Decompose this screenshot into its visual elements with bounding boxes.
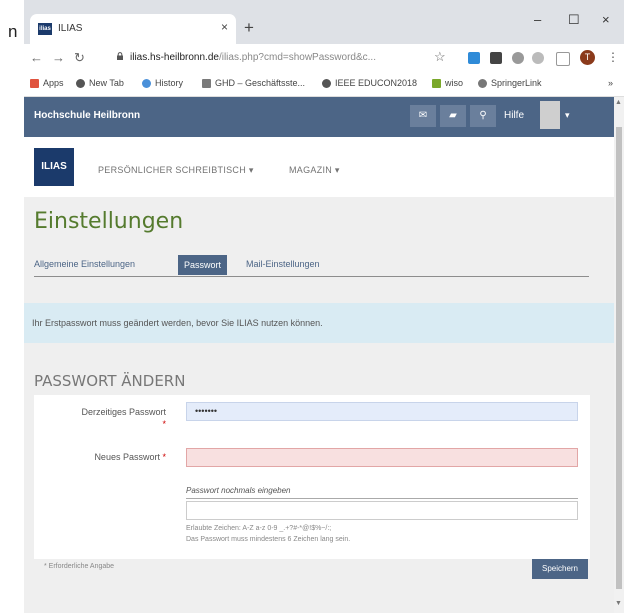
extension-icon[interactable] (512, 52, 524, 64)
minimize-icon[interactable]: – (534, 12, 541, 27)
tab-password[interactable]: Passwort (178, 255, 228, 275)
required-marker: * (162, 419, 166, 429)
page-scrollbar[interactable]: ▲ ▼ (614, 97, 624, 613)
key-extension-icon[interactable] (556, 52, 570, 66)
search-icon[interactable]: ⚲ (470, 105, 496, 127)
help-link[interactable]: Hilfe (504, 110, 524, 121)
current-password-label: Derzeitiges Passwort (81, 407, 166, 417)
content-area: Einstellungen Allgemeine Einstellungen P… (24, 197, 614, 613)
browser-menu-icon[interactable]: ⋮ (607, 50, 619, 64)
history-icon (142, 79, 151, 89)
new-tab-icon[interactable]: + (244, 18, 254, 38)
bookmark-star-icon[interactable]: ☆ (434, 49, 446, 65)
scrollbar-thumb[interactable] (616, 127, 622, 589)
main-navigation: ILIAS PERSÖNLICHER SCHREIBTISCH ▾ MAGAZI… (24, 137, 614, 197)
left-edge-area: n (0, 0, 24, 613)
springer-icon (478, 79, 487, 89)
tab-title: ILIAS (58, 23, 83, 34)
bookmark-wiso[interactable]: wiso (432, 78, 463, 89)
bookmark-apps[interactable]: Apps (30, 78, 64, 89)
ilias-top-bar: Hochschule Heilbronn ✉ ▰ ⚲ Hilfe ▾ (24, 97, 614, 137)
scroll-down-icon[interactable]: ▼ (615, 600, 622, 607)
back-icon[interactable]: ← (30, 50, 43, 65)
mail-icon[interactable]: ✉ (410, 105, 436, 127)
apps-grid-icon (30, 79, 39, 89)
ilias-favicon-icon: ilias (38, 23, 52, 35)
tab-close-icon[interactable]: × (221, 20, 228, 34)
bookmarks-overflow-icon[interactable]: » (608, 78, 613, 88)
extension-icon[interactable] (468, 52, 480, 64)
web-page: Hochschule Heilbronn ✉ ▰ ⚲ Hilfe ▾ ILIAS… (24, 97, 624, 613)
bookmark-new-tab[interactable]: New Tab (76, 78, 124, 89)
tab-strip: ilias ILIAS × + – ☐ × (24, 0, 624, 44)
url-path: /ilias.php?cmd=showPassword&c... (218, 52, 376, 63)
change-password-form: Derzeitiges Passwort * ••••••• Neues Pas… (34, 395, 590, 559)
forward-icon[interactable]: → (52, 50, 65, 65)
settings-subtabs: Allgemeine Einstellungen Passwort Mail-E… (34, 255, 589, 277)
close-window-icon[interactable]: × (602, 12, 610, 27)
current-password-field[interactable]: ••••••• (186, 402, 578, 421)
bookmark-history[interactable]: History (142, 78, 183, 89)
browser-window: ilias ILIAS × + – ☐ × ← → ↻ ilias.hs-hei… (24, 0, 624, 613)
repeat-password-field[interactable] (186, 501, 578, 520)
required-note: * Erforderliche Angabe (44, 563, 115, 570)
save-button[interactable]: Speichern (532, 559, 588, 579)
section-title: PASSWORT ÄNDERN (34, 372, 186, 390)
bookmarks-bar: Apps New Tab History GHD – Geschäftsste.… (24, 72, 624, 97)
browser-tab[interactable]: ilias ILIAS × (30, 14, 236, 44)
current-password-value: ••••••• (195, 406, 218, 416)
extension-icon[interactable] (490, 52, 502, 64)
nav-magazin[interactable]: MAGAZIN ▾ (289, 165, 340, 176)
bookmark-ieee[interactable]: IEEE EDUCON2018 (322, 78, 417, 89)
institution-name[interactable]: Hochschule Heilbronn (34, 110, 140, 121)
reload-icon[interactable]: ↻ (74, 50, 85, 66)
address-bar[interactable]: ilias.hs-heilbronn.de/ilias.php?cmd=show… (130, 52, 376, 63)
bookmark-springerlink[interactable]: SpringerLink (478, 78, 542, 89)
profile-avatar[interactable]: T (580, 50, 595, 65)
chat-icon[interactable]: ▰ (440, 105, 466, 127)
bookmark-ghd[interactable]: GHD – Geschäftsste... (202, 78, 305, 89)
allowed-characters-hint: Erlaubte Zeichen: A-Z a-z 0-9 _.+?#-*@!$… (186, 525, 332, 532)
maximize-icon[interactable]: ☐ (568, 12, 580, 28)
tab-mail-settings[interactable]: Mail-Einstellungen (246, 259, 320, 269)
ilias-logo[interactable]: ILIAS (34, 148, 74, 186)
scroll-up-icon[interactable]: ▲ (615, 99, 622, 106)
repeat-password-caption: Passwort nochmals eingeben (186, 486, 291, 495)
chevron-down-icon[interactable]: ▾ (565, 110, 570, 121)
caption-divider (186, 498, 578, 499)
lock-icon (117, 52, 123, 60)
new-password-field[interactable] (186, 448, 578, 467)
globe-icon (322, 79, 331, 89)
user-avatar[interactable] (540, 101, 560, 129)
alert-message: Ihr Erstpasswort muss geändert werden, b… (32, 318, 323, 328)
url-host: ilias.hs-heilbronn.de (130, 52, 219, 63)
new-password-label: Neues Passwort * (94, 452, 166, 462)
globe-icon (76, 79, 85, 89)
nav-personal-desktop[interactable]: PERSÖNLICHER SCHREIBTISCH ▾ (98, 165, 254, 176)
extension-icon[interactable] (532, 52, 544, 64)
ghd-icon (202, 79, 211, 89)
page-title: Einstellungen (34, 209, 184, 234)
wiso-icon (432, 79, 441, 89)
partial-text: n (8, 22, 18, 41)
tab-general-settings[interactable]: Allgemeine Einstellungen (34, 259, 135, 269)
browser-toolbar: ← → ↻ ilias.hs-heilbronn.de/ilias.php?cm… (24, 44, 624, 72)
info-alert: Ihr Erstpasswort muss geändert werden, b… (24, 303, 614, 343)
min-length-hint: Das Passwort muss mindestens 6 Zeichen l… (186, 536, 351, 543)
